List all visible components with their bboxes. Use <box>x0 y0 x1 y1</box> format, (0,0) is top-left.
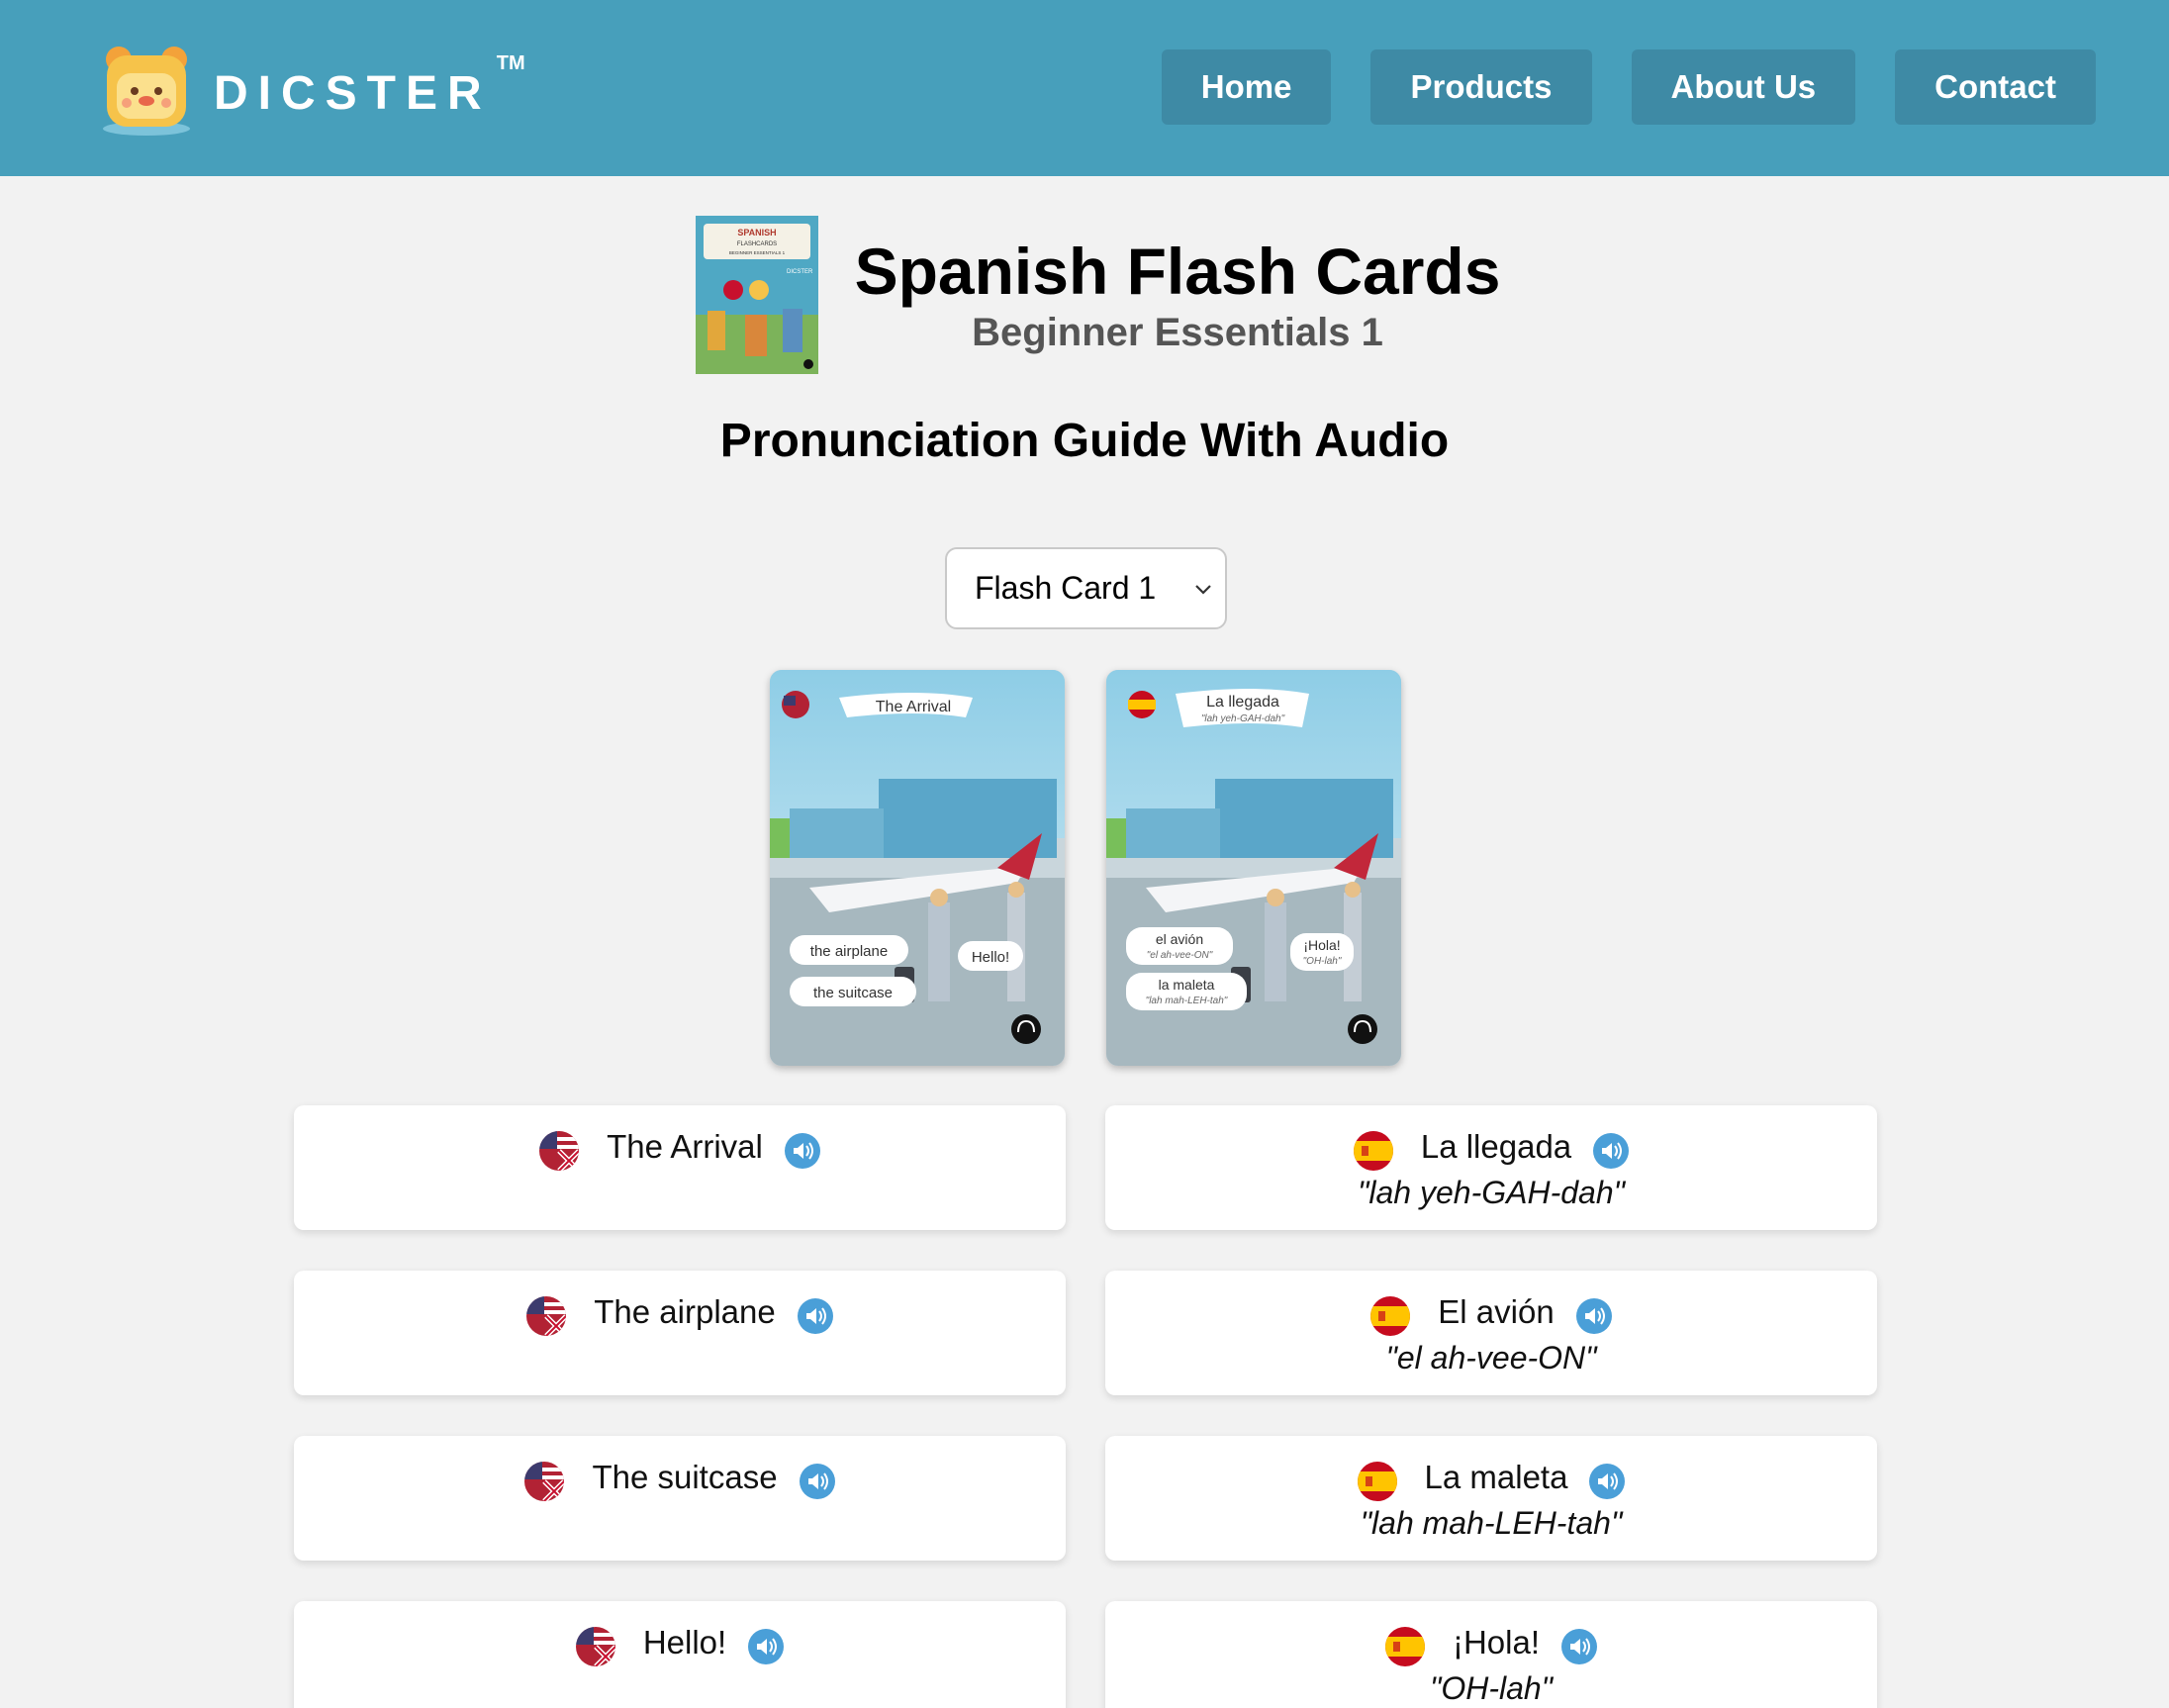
speaker-icon[interactable] <box>1575 1298 1612 1334</box>
section-title: Pronunciation Guide With Audio <box>719 415 1450 467</box>
phrase-pronunciation: "lah yeh-GAH-dah" <box>1358 1175 1625 1210</box>
svg-text:FLASHCARDS: FLASHCARDS <box>737 241 777 247</box>
svg-text:SPANISH: SPANISH <box>737 228 776 237</box>
speaker-icon[interactable] <box>784 1133 820 1169</box>
flash-card-select-value: Flash Card 1 <box>975 570 1157 606</box>
us-uk-flag-icon <box>526 1296 567 1336</box>
card-es-label-hola-pron: "OH-lah" <box>1303 956 1342 967</box>
phrase-pronunciation: "OH-lah" <box>1429 1670 1554 1706</box>
speaker-icon[interactable] <box>1589 1464 1626 1499</box>
card-en-label-airplane: the airplane <box>810 943 888 960</box>
flash-card-spanish-image[interactable]: La llegada "lah yeh-GAH-dah" el avión "e… <box>1106 670 1401 1066</box>
main-nav: Home Products About Us Contact <box>1161 49 2096 125</box>
card-es-banner-pron: "lah yeh-GAH-dah" <box>1201 713 1285 724</box>
phrase-word: La llegada <box>1420 1128 1572 1165</box>
card-es-label-maleta-pron: "lah mah-LEH-tah" <box>1146 996 1228 1006</box>
phrase-card-en: The airplane <box>294 1271 1066 1395</box>
card-en-label-hello: Hello! <box>972 949 1009 966</box>
speaker-icon[interactable] <box>1593 1133 1630 1169</box>
phrase-card-es: ¡Hola! "OH-lah" <box>1105 1601 1877 1708</box>
phrase-word: El avión <box>1438 1293 1555 1330</box>
phrase-word: Hello! <box>642 1624 727 1661</box>
product-cover-image: SPANISH FLASHCARDS BEGINNER ESSENTIALS 1… <box>696 216 818 374</box>
svg-text:DICSTER: DICSTER <box>787 269 813 275</box>
phrase-pronunciation: "lah mah-LEH-tah" <box>1360 1505 1623 1541</box>
spain-flag-icon <box>1357 1462 1397 1501</box>
speaker-icon[interactable] <box>799 1464 835 1499</box>
phrase-card-es: La maleta "lah mah-LEH-tah" <box>1105 1436 1877 1561</box>
page-title: Spanish Flash Cards <box>854 235 1501 308</box>
nav-about-us[interactable]: About Us <box>1631 49 1856 125</box>
speaker-icon[interactable] <box>797 1298 833 1334</box>
spain-flag-icon <box>1384 1627 1425 1666</box>
speaker-icon[interactable] <box>1561 1629 1598 1664</box>
flash-card-select[interactable]: Flash Card 1 <box>945 547 1227 629</box>
nav-contact[interactable]: Contact <box>1895 49 2096 125</box>
flash-card-english-image[interactable]: The Arrival the airplane the suitcase He… <box>770 670 1065 1066</box>
site-header: DICSTER TM Home Products About Us Contact <box>0 0 2169 176</box>
phrase-card-en: The suitcase <box>294 1436 1066 1561</box>
spain-flag-icon <box>1370 1296 1411 1336</box>
phrase-card-en: The Arrival <box>294 1105 1066 1230</box>
card-es-label-maleta: la maleta <box>1159 977 1215 993</box>
spain-flag-icon <box>1353 1131 1393 1171</box>
phrase-word: ¡Hola! <box>1452 1624 1541 1661</box>
card-es-label-avion: el avión <box>1156 931 1203 947</box>
phrase-word: La maleta <box>1424 1459 1568 1495</box>
bear-logo-icon <box>103 47 190 136</box>
us-uk-flag-icon <box>539 1131 580 1171</box>
card-en-banner: The Arrival <box>876 699 951 715</box>
page-subtitle: Beginner Essentials 1 <box>972 311 1383 354</box>
headphones-icon <box>1011 1014 1041 1044</box>
us-uk-flag-icon <box>575 1627 615 1666</box>
nav-products[interactable]: Products <box>1370 49 1592 125</box>
phrase-word: The Arrival <box>607 1128 763 1165</box>
card-es-label-avion-pron: "el ah-vee-ON" <box>1147 950 1213 961</box>
nav-home[interactable]: Home <box>1161 49 1332 125</box>
phrase-pronunciation: "el ah-vee-ON" <box>1385 1340 1597 1376</box>
chevron-down-icon <box>1195 585 1211 595</box>
headphones-icon <box>1348 1014 1377 1044</box>
phrase-card-en: Hello! <box>294 1601 1066 1708</box>
brand-logo[interactable]: DICSTER TM <box>99 42 525 141</box>
phrase-word: The airplane <box>594 1293 776 1330</box>
phrase-card-es: La llegada "lah yeh-GAH-dah" <box>1105 1105 1877 1230</box>
phrase-word: The suitcase <box>592 1459 778 1495</box>
us-uk-flag-icon <box>524 1462 565 1501</box>
brand-name: DICSTER TM <box>214 51 525 120</box>
card-en-label-suitcase: the suitcase <box>813 985 893 1001</box>
card-es-label-hola: ¡Hola! <box>1303 937 1340 953</box>
phrase-card-es: El avión "el ah-vee-ON" <box>1105 1271 1877 1395</box>
card-es-banner: La llegada <box>1206 694 1279 711</box>
speaker-icon[interactable] <box>748 1629 785 1664</box>
svg-text:BEGINNER ESSENTIALS 1: BEGINNER ESSENTIALS 1 <box>729 250 786 255</box>
